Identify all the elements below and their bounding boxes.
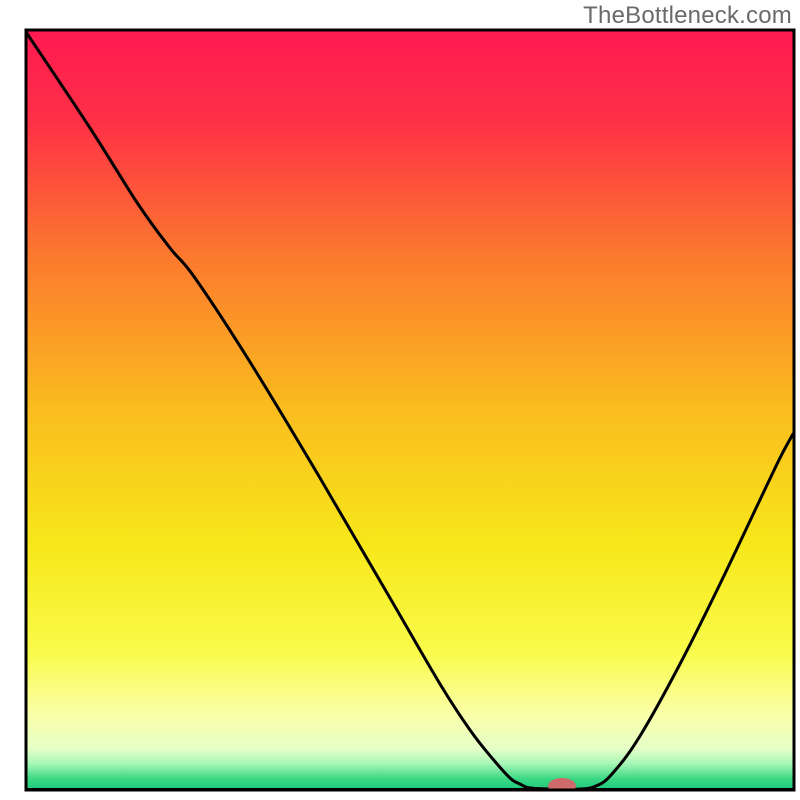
chart-svg bbox=[0, 0, 800, 800]
gradient-background bbox=[26, 30, 794, 790]
watermark-text: TheBottleneck.com bbox=[583, 2, 792, 30]
optimal-point-marker bbox=[548, 778, 576, 794]
bottleneck-chart: TheBottleneck.com bbox=[0, 0, 800, 800]
